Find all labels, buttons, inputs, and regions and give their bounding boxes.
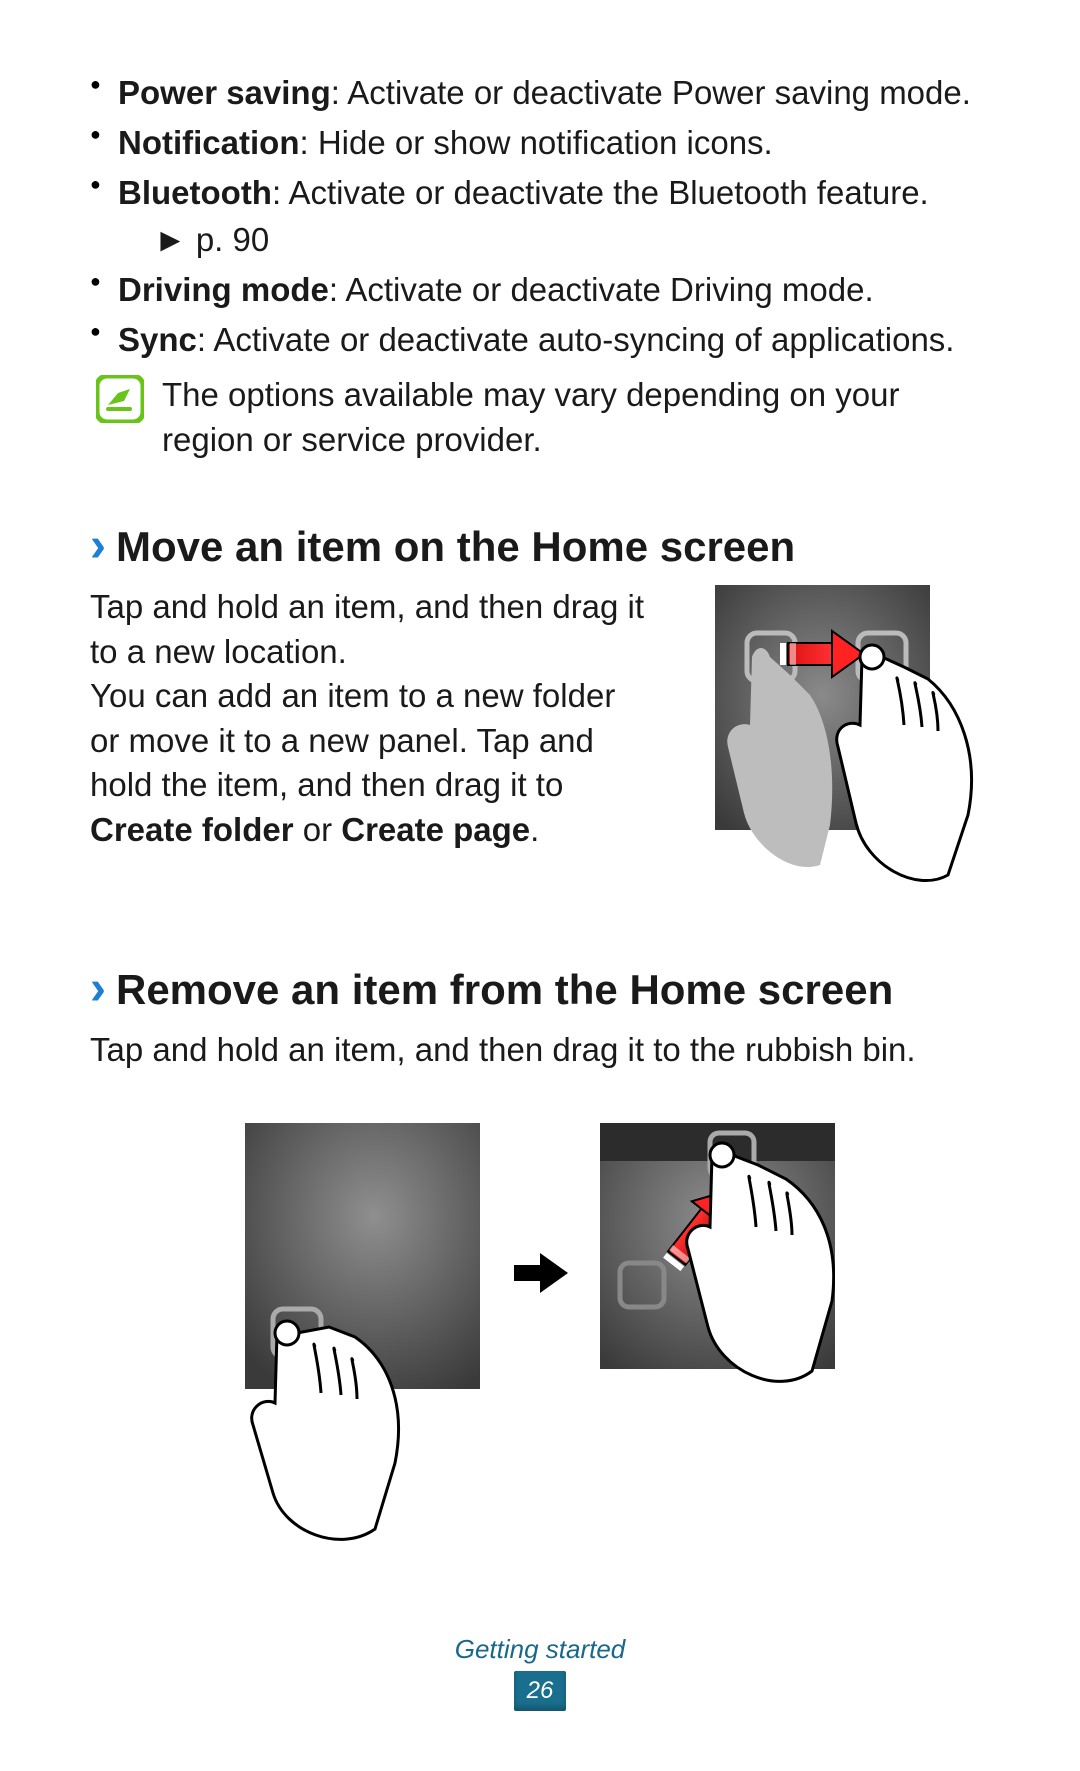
chevron-icon: › — [90, 522, 106, 570]
move-text-end: . — [530, 811, 539, 848]
remove-figure-after — [600, 1123, 835, 1543]
page-footer: Getting started 26 — [0, 1634, 1080, 1711]
section-title: Remove an item from the Home screen — [116, 966, 893, 1014]
bullet-desc: : Activate or deactivate Power saving mo… — [331, 74, 971, 111]
bullet-list: Power saving: Activate or deactivate Pow… — [90, 70, 990, 363]
bullet-desc: : Activate or deactivate Driving mode. — [329, 271, 874, 308]
section-title: Move an item on the Home screen — [116, 523, 795, 571]
list-item: Power saving: Activate or deactivate Pow… — [90, 70, 990, 116]
list-item: Bluetooth: Activate or deactivate the Bl… — [90, 170, 990, 262]
move-body: Tap and hold an item, and then drag it t… — [90, 585, 650, 852]
section-heading-move: › Move an item on the Home screen — [90, 522, 990, 571]
create-folder-label: Create folder — [90, 811, 294, 848]
bullet-term: Power saving — [118, 74, 331, 111]
bullet-term: Notification — [118, 124, 299, 161]
arrow-right-icon — [510, 1243, 570, 1303]
page-number-badge: 26 — [514, 1671, 566, 1711]
move-content: Tap and hold an item, and then drag it t… — [90, 585, 990, 905]
remove-figures — [90, 1123, 990, 1543]
manual-page: Power saving: Activate or deactivate Pow… — [0, 0, 1080, 1771]
bullet-term: Driving mode — [118, 271, 329, 308]
list-item: Notification: Hide or show notification … — [90, 120, 990, 166]
bullet-desc: : Activate or deactivate the Bluetooth f… — [272, 174, 929, 211]
move-text-line2a: You can add an item to a new folder or m… — [90, 677, 615, 803]
note-text: The options available may vary depending… — [162, 373, 990, 462]
remove-figure-before — [245, 1123, 480, 1543]
page-number: 26 — [527, 1677, 554, 1705]
note-icon — [96, 375, 144, 423]
bullet-term: Sync — [118, 321, 197, 358]
chevron-icon: › — [90, 965, 106, 1013]
note-callout: The options available may vary depending… — [90, 373, 990, 462]
bullet-term: Bluetooth — [118, 174, 272, 211]
page-reference: ► p. 90 — [118, 217, 269, 263]
move-text-or: or — [294, 811, 342, 848]
list-item: Sync: Activate or deactivate auto-syncin… — [90, 317, 990, 363]
bullet-desc: : Activate or deactivate auto-syncing of… — [197, 321, 955, 358]
move-figure — [680, 575, 990, 905]
footer-section-label: Getting started — [0, 1634, 1080, 1665]
create-page-label: Create page — [341, 811, 530, 848]
list-item: Driving mode: Activate or deactivate Dri… — [90, 267, 990, 313]
move-text-line1: Tap and hold an item, and then drag it t… — [90, 588, 644, 670]
section-heading-remove: › Remove an item from the Home screen — [90, 965, 990, 1014]
remove-body: Tap and hold an item, and then drag it t… — [90, 1028, 990, 1073]
bullet-desc: : Hide or show notification icons. — [299, 124, 772, 161]
